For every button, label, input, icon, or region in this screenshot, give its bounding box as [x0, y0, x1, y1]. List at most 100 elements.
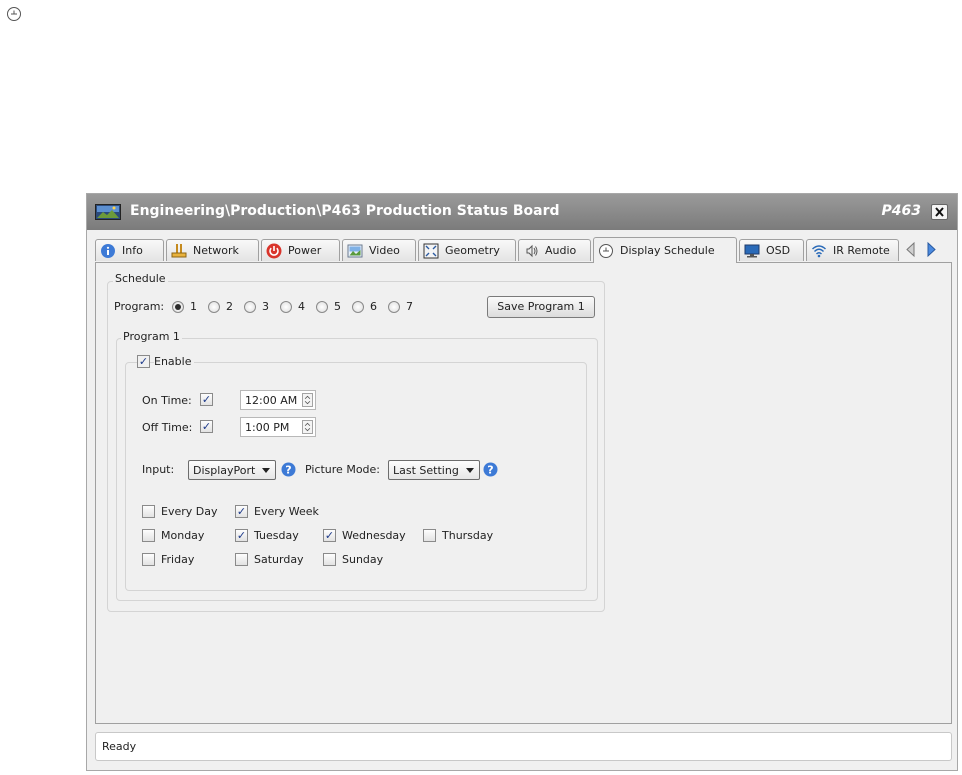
save-program-button[interactable]: Save Program 1: [487, 296, 595, 318]
tab-power[interactable]: Power: [261, 239, 340, 261]
program-option-label: 2: [226, 300, 233, 313]
program-radio-2[interactable]: [208, 301, 220, 313]
program-radio-5[interactable]: [316, 301, 328, 313]
saturday-checkbox[interactable]: [235, 553, 248, 566]
enable-checkbox[interactable]: ✓: [137, 355, 150, 368]
close-button[interactable]: [931, 204, 948, 220]
geometry-icon: [423, 243, 439, 258]
picture-mode-select[interactable]: Last Setting: [388, 460, 480, 480]
dropdown-arrow-icon: [262, 468, 270, 473]
program-radio-1[interactable]: [172, 301, 184, 313]
close-icon: [935, 207, 944, 217]
monitor-icon: [744, 244, 760, 257]
on-time-checkbox[interactable]: ✓: [200, 393, 213, 406]
tab-label: Display Schedule: [620, 244, 715, 257]
window-title: Engineering\Production\P463 Production S…: [130, 203, 560, 219]
every-day-checkbox[interactable]: [142, 505, 155, 518]
tab-osd[interactable]: OSD: [739, 239, 804, 261]
program-option-label: 5: [334, 300, 341, 313]
program-radio-7[interactable]: [388, 301, 400, 313]
tab-ir-remote[interactable]: IR Remote: [806, 239, 899, 261]
thursday-checkbox[interactable]: [423, 529, 436, 542]
wireless-icon: [811, 244, 827, 257]
svg-text:?: ?: [285, 464, 291, 477]
tab-label: Info: [122, 244, 143, 257]
program-group-title: Program 1: [121, 330, 182, 343]
on-time-label: On Time:: [142, 394, 192, 407]
monday-checkbox[interactable]: [142, 529, 155, 542]
wednesday-label: Wednesday: [342, 529, 406, 542]
model-name: P463: [881, 203, 921, 219]
display-schedule-panel: Schedule Program: 1 2 3 4 5 6 7 Save Pro…: [95, 262, 952, 724]
tab-label: Geometry: [445, 244, 500, 257]
display-board-icon: [95, 204, 121, 220]
tab-label: IR Remote: [833, 244, 890, 257]
program-option-label: 3: [262, 300, 269, 313]
program-label: Program:: [114, 300, 165, 313]
sunday-checkbox[interactable]: [323, 553, 336, 566]
tab-label: OSD: [766, 244, 791, 257]
tab-audio[interactable]: Audio: [518, 239, 591, 261]
friday-label: Friday: [161, 553, 195, 566]
tab-network[interactable]: Network: [166, 239, 259, 261]
clock-icon: [599, 243, 613, 258]
saturday-label: Saturday: [254, 553, 304, 566]
tab-scroll-right-icon[interactable]: [923, 239, 939, 260]
schedule-group-title: Schedule: [113, 272, 168, 285]
every-day-label: Every Day: [161, 505, 218, 518]
tab-label: Power: [288, 244, 322, 257]
every-week-label: Every Week: [254, 505, 319, 518]
tuesday-checkbox[interactable]: ✓: [235, 529, 248, 542]
every-week-checkbox[interactable]: ✓: [235, 505, 248, 518]
title-bar: Engineering\Production\P463 Production S…: [87, 194, 957, 230]
program-option-label: 6: [370, 300, 377, 313]
program-radio-4[interactable]: [280, 301, 292, 313]
program-option-label: 4: [298, 300, 305, 313]
on-time-value: 12:00 AM: [245, 394, 298, 407]
status-bar: Ready: [95, 732, 952, 761]
sunday-label: Sunday: [342, 553, 384, 566]
tab-scroll-left-icon[interactable]: [903, 239, 919, 260]
info-icon: [101, 243, 115, 258]
tab-geometry[interactable]: Geometry: [418, 239, 516, 261]
input-select[interactable]: DisplayPort: [188, 460, 276, 480]
friday-checkbox[interactable]: [142, 553, 155, 566]
wednesday-checkbox[interactable]: ✓: [323, 529, 336, 542]
tab-label: Audio: [545, 244, 577, 257]
program-radio-3[interactable]: [244, 301, 256, 313]
off-time-checkbox[interactable]: ✓: [200, 420, 213, 433]
program-radio-6[interactable]: [352, 301, 364, 313]
picture-mode-value: Last Setting: [393, 464, 459, 477]
device-window: Engineering\Production\P463 Production S…: [86, 193, 958, 771]
clock-icon: [7, 7, 21, 21]
audio-icon: [526, 244, 538, 257]
input-select-value: DisplayPort: [193, 464, 256, 477]
thursday-label: Thursday: [442, 529, 494, 542]
spin-arrows-icon[interactable]: [302, 420, 313, 434]
tab-label: Video: [369, 244, 400, 257]
program-option-label: 7: [406, 300, 413, 313]
tab-video[interactable]: Video: [342, 239, 416, 261]
video-icon: [347, 244, 363, 257]
picture-mode-label: Picture Mode:: [305, 463, 381, 476]
tab-display-schedule[interactable]: Display Schedule: [593, 237, 737, 263]
off-time-value: 1:00 PM: [245, 421, 290, 434]
tuesday-label: Tuesday: [254, 529, 299, 542]
help-icon[interactable]: ?: [281, 462, 296, 477]
help-icon[interactable]: ?: [483, 462, 498, 477]
tab-bar: Info Network Power Video Geometry Audio: [95, 237, 951, 263]
monday-label: Monday: [161, 529, 205, 542]
program-option-label: 1: [190, 300, 197, 313]
status-text: Ready: [102, 740, 137, 753]
power-icon: [266, 243, 282, 258]
network-icon: [171, 243, 187, 257]
tab-info[interactable]: Info: [95, 239, 164, 261]
on-time-input[interactable]: 12:00 AM: [240, 390, 316, 410]
dropdown-arrow-icon: [466, 468, 474, 473]
off-time-label: Off Time:: [142, 421, 193, 434]
enable-label: Enable: [154, 355, 195, 368]
spin-arrows-icon[interactable]: [302, 393, 313, 407]
tab-label: Network: [193, 244, 239, 257]
off-time-input[interactable]: 1:00 PM: [240, 417, 316, 437]
svg-text:?: ?: [487, 464, 493, 477]
